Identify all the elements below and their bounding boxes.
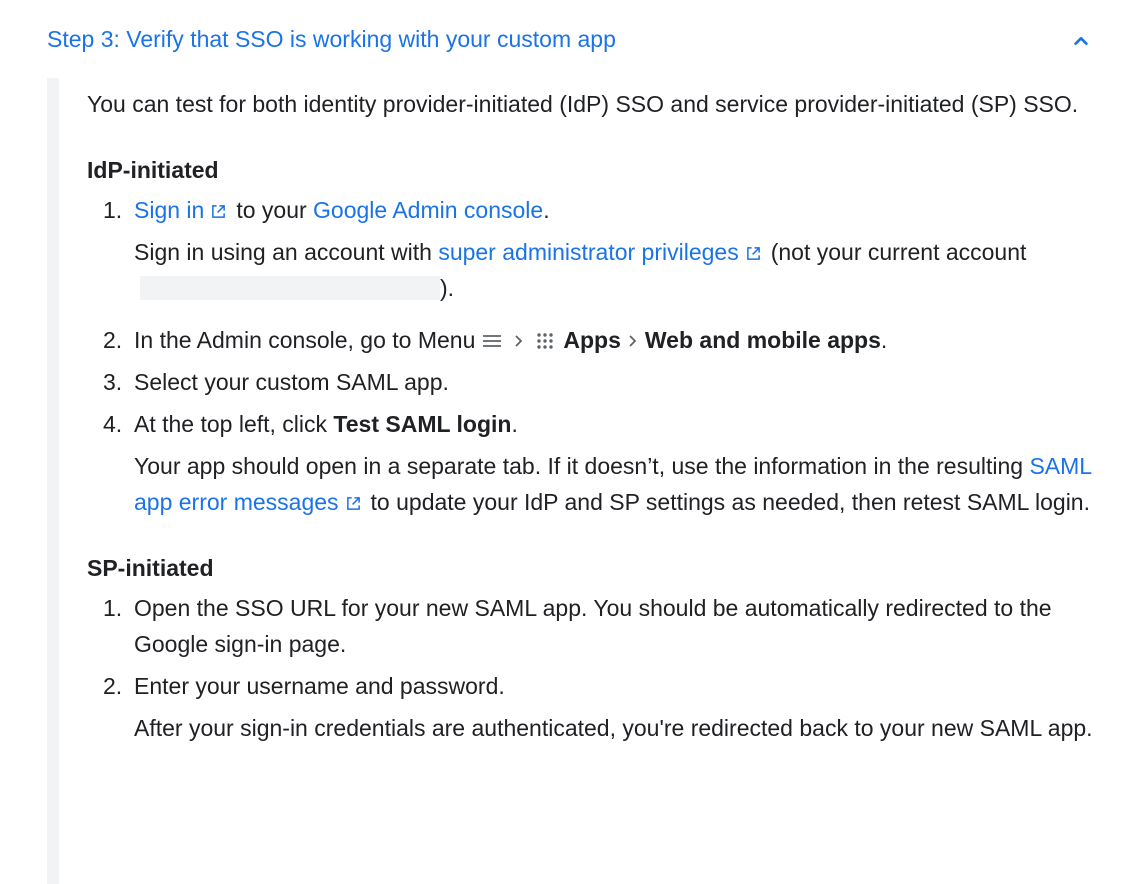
chevron-right-icon: [515, 335, 523, 347]
step-text: to your: [236, 197, 307, 223]
idp-steps-list: 1. Sign in to your Google Admin console. …: [87, 192, 1107, 520]
step-text: In the Admin console, go to Menu: [134, 327, 476, 353]
note-text: ).: [440, 275, 455, 301]
web-mobile-apps-label: Web and mobile apps: [644, 327, 881, 353]
list-item: 1. Sign in to your Google Admin console. …: [87, 192, 1107, 306]
note-text: to update your IdP and SP settings as ne…: [370, 489, 1090, 515]
list-item: 2. In the Admin console, go to Menu Apps W…: [87, 322, 1107, 358]
apps-grid-icon: [537, 333, 554, 349]
external-link-icon[interactable]: [211, 204, 226, 219]
chevron-right-icon: [629, 335, 637, 347]
step-text: .: [543, 197, 550, 223]
step-note: Sign in using an account with super admi…: [134, 234, 1107, 306]
step-note: Your app should open in a separate tab. …: [134, 448, 1107, 520]
step-note: After your sign-in credentials are authe…: [134, 715, 1093, 741]
note-text: (not your current account: [770, 239, 1027, 265]
sign-in-link[interactable]: Sign in: [134, 197, 204, 223]
note-text: Your app should open in a separate tab. …: [134, 453, 1024, 479]
test-saml-login-label: Test SAML login: [333, 411, 512, 437]
step-header[interactable]: Step 3: Verify that SSO is working with …: [0, 0, 1128, 80]
step-text: Select your custom SAML app.: [134, 369, 449, 395]
step-text: .: [511, 411, 518, 437]
google-admin-console-link[interactable]: Google Admin console: [313, 197, 543, 223]
menu-icon: [483, 335, 502, 347]
step-text: Enter your username and password.: [134, 673, 505, 699]
redacted-account: [140, 276, 440, 300]
list-item: 1. Open the SSO URL for your new SAML ap…: [87, 590, 1107, 662]
idp-initiated-heading: IdP-initiated: [87, 157, 219, 183]
step-number: 2.: [103, 673, 123, 699]
sp-initiated-heading: SP-initiated: [87, 555, 214, 581]
sp-steps-list: 1. Open the SSO URL for your new SAML ap…: [87, 590, 1107, 746]
list-item: 3. Select your custom SAML app.: [87, 364, 1107, 400]
super-admin-privileges-link[interactable]: super administrator privileges: [438, 239, 738, 265]
list-item: 2. Enter your username and password. Aft…: [87, 668, 1107, 746]
step-text: At the top left, click: [134, 411, 328, 437]
step-content: You can test for both identity provider-…: [87, 86, 1107, 746]
list-item: 4. At the top left, click Test SAML logi…: [87, 406, 1107, 520]
step-number: 4.: [103, 411, 123, 437]
step-text: .: [880, 327, 888, 353]
step-text: Open the SSO URL for your new SAML app. …: [134, 595, 1052, 657]
step-title[interactable]: Step 3: Verify that SSO is working with …: [47, 24, 616, 54]
step-number: 1.: [103, 595, 123, 621]
intro-text: You can test for both identity provider-…: [87, 91, 1079, 117]
note-text: Sign in using an account with: [134, 239, 432, 265]
external-link-icon[interactable]: [346, 496, 361, 511]
step-number: 1.: [103, 197, 123, 223]
apps-label: Apps: [563, 327, 621, 353]
external-link-icon[interactable]: [746, 246, 761, 261]
step-number: 2.: [103, 327, 123, 353]
chevron-up-icon[interactable]: [1068, 28, 1094, 54]
step-content-panel: You can test for both identity provider-…: [47, 78, 1128, 884]
step-number: 3.: [103, 369, 123, 395]
